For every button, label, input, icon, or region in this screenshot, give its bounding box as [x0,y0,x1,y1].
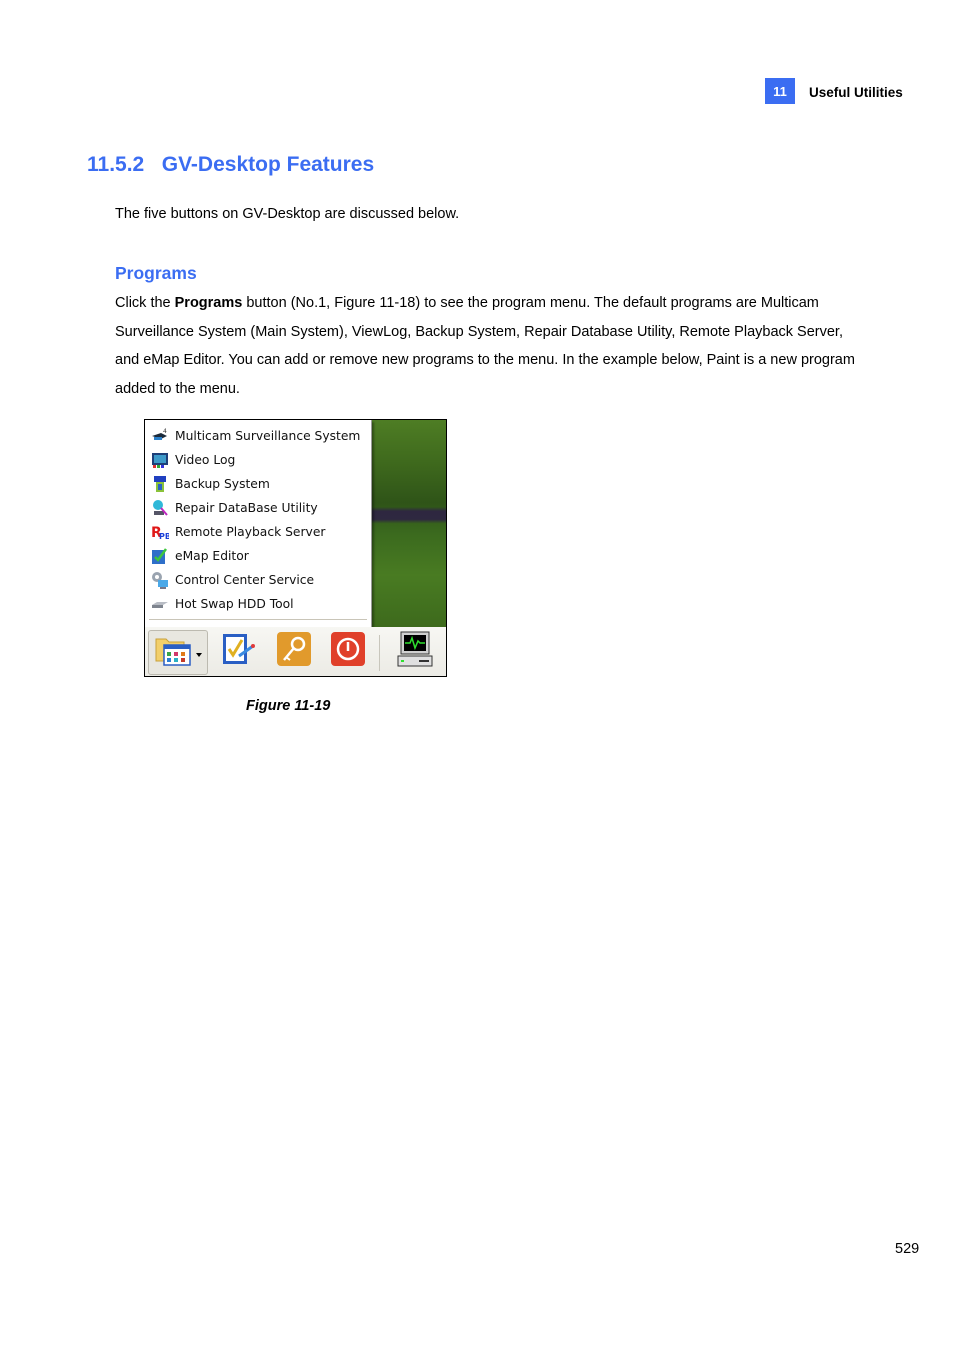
checklist-pen-icon [219,630,257,673]
para-prefix: Click the [115,295,175,311]
menu-item-video-log[interactable]: Video Log [151,449,235,471]
figure-caption: Figure 11-19 [246,698,331,714]
page-number: 529 [895,1241,920,1257]
backup-icon [151,475,169,493]
menu-separator [149,619,367,620]
control-center-icon [151,571,169,589]
menu-item-label: Repair DataBase Utility [175,501,318,515]
programs-paragraph: Click the Programs button (No.1, Figure … [115,289,855,404]
chevron-down-icon[interactable] [196,652,202,657]
video-log-icon [151,451,169,469]
gv-desktop-figure: 4 Multicam Surveillance System Video Log… [144,419,447,677]
menu-item-label: Multicam Surveillance System [175,429,361,443]
menu-item-emap-editor[interactable]: eMap Editor [151,545,249,567]
programs-menu: 4 Multicam Surveillance System Video Log… [145,420,372,628]
power-button[interactable] [325,630,371,673]
menu-item-label: Backup System [175,477,270,491]
menu-item-backup-system[interactable]: Backup System [151,473,270,495]
taskbar-separator [379,635,380,671]
menu-item-control-center[interactable]: Control Center Service [151,569,314,591]
power-icon [329,630,367,673]
system-monitor-button[interactable] [389,630,441,673]
svg-text:4: 4 [163,428,167,435]
hot-swap-hdd-icon [151,595,169,613]
key-icon [275,630,313,673]
menu-item-hot-swap-hdd[interactable]: Hot Swap HDD Tool [151,593,294,615]
menu-item-remote-playback[interactable]: RPB Remote Playback Server [151,521,325,543]
chapter-title: Useful Utilities [809,85,903,100]
programs-heading: Programs [115,263,197,283]
system-monitor-icon [395,629,435,674]
chapter-number-badge: 11 [765,78,795,104]
edit-button[interactable] [215,630,261,673]
para-bold-programs: Programs [174,295,243,311]
programs-button[interactable] [148,630,208,675]
multicam-icon: 4 [151,427,169,445]
section-title: 11.5.2 GV-Desktop Features [87,153,374,177]
repair-database-icon [151,499,169,517]
intro-text: The five buttons on GV-Desktop are discu… [115,206,460,222]
menu-item-label: Control Center Service [175,573,315,587]
menu-item-repair-database[interactable]: Repair DataBase Utility [151,497,318,519]
menu-item-label: Remote Playback Server [175,525,326,539]
section-heading: GV-Desktop Features [161,153,375,176]
menu-item-label: Video Log [175,453,236,467]
programs-folder-icon [154,631,192,674]
key-button[interactable] [271,630,317,673]
menu-item-label: eMap Editor [175,549,249,563]
remote-playback-icon: RPB [151,523,171,541]
section-number: 11.5.2 [87,153,145,176]
emap-editor-icon [151,547,169,565]
menu-item-label: Hot Swap HDD Tool [175,597,294,611]
menu-item-multicam[interactable]: 4 Multicam Surveillance System [151,425,360,447]
svg-text:PB: PB [159,532,169,541]
gv-desktop-taskbar [145,627,446,676]
